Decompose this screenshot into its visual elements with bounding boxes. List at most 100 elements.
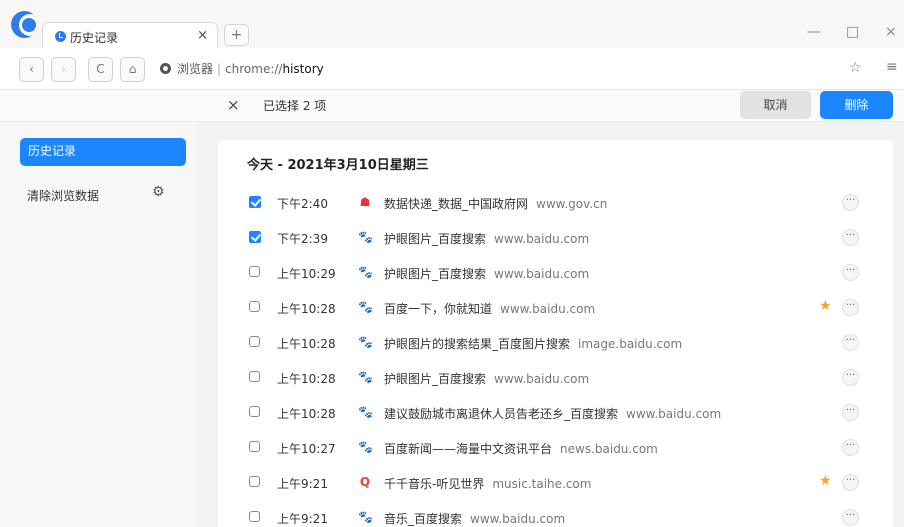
- visit-time: 上午10:29: [277, 267, 336, 281]
- page-title-link[interactable]: 护眼图片_百度搜索 www.baidu.com: [384, 230, 589, 247]
- more-actions-button[interactable]: ···: [842, 509, 859, 526]
- visit-time: 上午10:27: [277, 442, 336, 456]
- browser-logo-icon[interactable]: [11, 11, 38, 38]
- row-checkbox[interactable]: [249, 196, 261, 208]
- visit-time: 上午10:28: [277, 337, 336, 351]
- baidu-favicon-icon: 🐾: [358, 405, 373, 419]
- more-actions-button[interactable]: ···: [842, 439, 859, 456]
- page-title-link[interactable]: 百度新闻——海量中文资讯平台 news.baidu.com: [384, 440, 658, 457]
- page-title-link[interactable]: 建议鼓励城市离退休人员告老还乡_百度搜索 www.baidu.com: [384, 405, 721, 422]
- page-domain: news.baidu.com: [560, 442, 658, 456]
- url-protocol: chrome://: [225, 62, 283, 76]
- more-actions-button[interactable]: ···: [842, 334, 859, 351]
- bookmarked-star-icon: ★: [819, 298, 832, 314]
- page-title-link[interactable]: 护眼图片的搜索结果_百度图片搜索 image.baidu.com: [384, 335, 682, 352]
- visit-time: 上午10:28: [277, 407, 336, 421]
- new-tab-button[interactable]: +: [224, 24, 249, 46]
- url-host: history: [282, 62, 324, 76]
- page-domain: www.gov.cn: [536, 197, 608, 211]
- page-domain: music.taihe.com: [492, 477, 592, 491]
- history-row[interactable]: 上午10:28 🐾 护眼图片_百度搜索 www.baidu.com ···: [218, 360, 893, 395]
- baidu-favicon-icon: 🐾: [358, 300, 373, 314]
- row-checkbox[interactable]: [249, 441, 260, 452]
- home-button[interactable]: ⌂: [120, 57, 145, 82]
- page-title-link[interactable]: 护眼图片_百度搜索 www.baidu.com: [384, 370, 589, 387]
- row-checkbox[interactable]: [249, 231, 261, 243]
- sidebar-item-history[interactable]: 历史记录: [20, 138, 186, 166]
- page-domain: www.baidu.com: [626, 407, 722, 421]
- page-title: 护眼图片的搜索结果_百度图片搜索: [384, 337, 571, 351]
- more-actions-button[interactable]: ···: [842, 474, 859, 491]
- visit-time: 上午9:21: [277, 477, 328, 491]
- history-row[interactable]: 上午9:21 Q 千千音乐-听见世界 music.taihe.com ★ ···: [218, 465, 893, 500]
- delete-button[interactable]: 删除: [820, 91, 893, 119]
- tab-history[interactable]: 历史记录 ×: [42, 22, 218, 49]
- history-row[interactable]: 上午10:27 🐾 百度新闻——海量中文资讯平台 news.baidu.com ···: [218, 430, 893, 465]
- baidu-favicon-icon: 🐾: [358, 440, 373, 454]
- row-checkbox[interactable]: [249, 371, 260, 382]
- tab-close-icon[interactable]: ×: [197, 28, 208, 43]
- page-domain: www.baidu.com: [500, 302, 596, 316]
- maximize-icon[interactable]: □: [846, 24, 859, 40]
- history-row[interactable]: 上午10:29 🐾 护眼图片_百度搜索 www.baidu.com ···: [218, 255, 893, 290]
- row-checkbox[interactable]: [249, 336, 260, 347]
- page-title: 数据快递_数据_中国政府网: [384, 197, 529, 211]
- visit-time: 上午9:21: [277, 512, 328, 526]
- sidebar: 历史记录 清除浏览数据 ⚙: [0, 122, 196, 527]
- row-checkbox[interactable]: [249, 476, 260, 487]
- history-row[interactable]: 下午2:40 ☗ 数据快递_数据_中国政府网 www.gov.cn ···: [218, 185, 893, 220]
- history-row[interactable]: 上午9:21 🐾 音乐_百度搜索 www.baidu.com ···: [218, 500, 893, 527]
- visit-time: 下午2:40: [277, 197, 328, 211]
- baidu-favicon-icon: 🐾: [358, 370, 373, 384]
- tab-title: 历史记录: [70, 31, 119, 45]
- minimize-icon[interactable]: —: [807, 24, 821, 40]
- more-actions-button[interactable]: ···: [842, 229, 859, 246]
- visit-time: 上午10:28: [277, 302, 336, 316]
- back-button[interactable]: ‹: [19, 57, 44, 82]
- reload-button[interactable]: C: [88, 57, 113, 82]
- gear-icon[interactable]: ⚙: [152, 184, 165, 200]
- page-title-link[interactable]: 千千音乐-听见世界 music.taihe.com: [384, 475, 591, 492]
- clear-selection-icon[interactable]: ×: [227, 96, 240, 114]
- history-row[interactable]: 下午2:39 🐾 护眼图片_百度搜索 www.baidu.com ···: [218, 220, 893, 255]
- gov-favicon-icon: ☗: [359, 195, 371, 209]
- baidu-favicon-icon: 🐾: [358, 265, 373, 279]
- page-title: 护眼图片_百度搜索: [384, 232, 487, 246]
- page-title-link[interactable]: 百度一下，你就知道 www.baidu.com: [384, 300, 595, 317]
- history-list: 今天 - 2021年3月10日星期三 下午2:40 ☗ 数据快递_数据_中国政府网 w…: [218, 140, 893, 527]
- day-heading: 今天 - 2021年3月10日星期三: [247, 158, 429, 173]
- row-checkbox[interactable]: [249, 511, 260, 522]
- page-domain: www.baidu.com: [470, 512, 566, 526]
- page-title: 百度一下，你就知道: [384, 302, 493, 316]
- window-close-icon[interactable]: ×: [885, 24, 897, 40]
- page-title-link[interactable]: 数据快递_数据_中国政府网 www.gov.cn: [384, 195, 607, 212]
- menu-icon[interactable]: ≡: [886, 59, 898, 75]
- row-checkbox[interactable]: [249, 301, 260, 312]
- visit-time: 上午10:28: [277, 372, 336, 386]
- page-title: 音乐_百度搜索: [384, 512, 463, 526]
- page-title-link[interactable]: 音乐_百度搜索 www.baidu.com: [384, 510, 565, 527]
- sidebar-item-clear-data[interactable]: 清除浏览数据: [27, 187, 99, 204]
- navigation-bar: ‹ › C ⌂ 浏览器 | chrome://history ☆ ≡: [0, 48, 904, 90]
- page-title: 护眼图片_百度搜索: [384, 267, 487, 281]
- visit-time: 下午2:39: [277, 232, 328, 246]
- more-actions-button[interactable]: ···: [842, 369, 859, 386]
- cancel-button[interactable]: 取消: [740, 91, 811, 119]
- more-actions-button[interactable]: ···: [842, 194, 859, 211]
- row-checkbox[interactable]: [249, 406, 260, 417]
- history-row[interactable]: 上午10:28 🐾 护眼图片的搜索结果_百度图片搜索 image.baidu.com ·…: [218, 325, 893, 360]
- page-title-link[interactable]: 护眼图片_百度搜索 www.baidu.com: [384, 265, 589, 282]
- site-info-icon[interactable]: [160, 63, 171, 74]
- bookmark-star-icon[interactable]: ☆: [849, 60, 862, 76]
- bookmarked-star-icon: ★: [819, 473, 832, 489]
- page-domain: www.baidu.com: [494, 267, 590, 281]
- baidu-favicon-icon: 🐾: [358, 510, 373, 524]
- more-actions-button[interactable]: ···: [842, 404, 859, 421]
- row-checkbox[interactable]: [249, 266, 260, 277]
- more-actions-button[interactable]: ···: [842, 299, 859, 316]
- history-row[interactable]: 上午10:28 🐾 百度一下，你就知道 www.baidu.com ★ ···: [218, 290, 893, 325]
- history-row[interactable]: 上午10:28 🐾 建议鼓励城市离退休人员告老还乡_百度搜索 www.baidu.co…: [218, 395, 893, 430]
- more-actions-button[interactable]: ···: [842, 264, 859, 281]
- forward-button[interactable]: ›: [51, 57, 76, 82]
- address-bar[interactable]: 浏览器 | chrome://history: [160, 60, 324, 77]
